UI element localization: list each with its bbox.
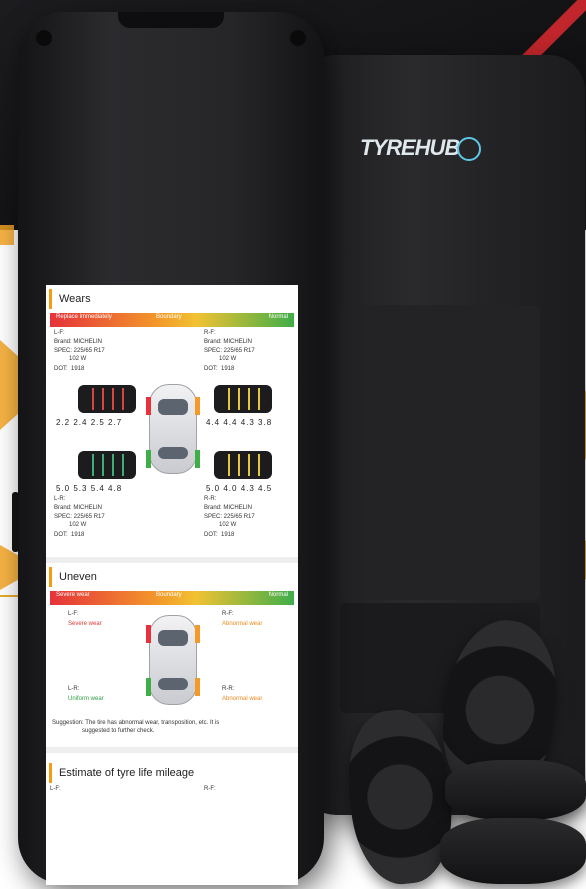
lr-position: L-R: <box>54 496 66 502</box>
lf-position: L-F: <box>54 330 65 336</box>
uneven-lf-position: L-F: <box>68 611 79 617</box>
uneven-rr-position: R-R: <box>222 686 235 692</box>
uneven-lr-position: L-R: <box>68 686 80 692</box>
lr-indicator <box>146 450 151 468</box>
wears-scale-mid: Boundary <box>156 314 182 320</box>
lf-depths: 2.2 2.4 2.5 2.7 <box>56 418 123 427</box>
uneven-scale-bad: Severe wear <box>56 592 90 598</box>
back-device-panel <box>340 305 540 600</box>
device-notch <box>118 12 224 28</box>
corner-hole-icon <box>290 30 306 46</box>
lf-brand: Brand: MICHELIN <box>54 339 103 345</box>
rf-position: R-F: <box>204 330 216 336</box>
wears-scale-bar: Replace immediately Boundary Normal <box>50 313 294 327</box>
rr-indicator <box>195 450 200 468</box>
lf-spec: SPEC: 225/65 R17 102 W <box>54 348 105 362</box>
divider <box>46 747 298 753</box>
uneven-rr-status: Abnormal wear <box>222 696 263 702</box>
rr-brand: Brand: MICHELIN <box>204 505 253 511</box>
uneven-lf-status: Severe wear <box>68 621 102 627</box>
rr-dot: DOT: 1918 <box>204 532 235 538</box>
uneven-scale-mid: Boundary <box>156 592 182 598</box>
uneven-scale-good: Normal <box>268 592 288 598</box>
uneven-lf-indicator <box>146 625 151 643</box>
rf-depths: 4.4 4.4 4.3 3.8 <box>206 418 273 427</box>
brand-logo: TYREHUB <box>360 135 482 162</box>
rf-brand: Brand: MICHELIN <box>204 339 253 345</box>
uneven-rf-indicator <box>195 625 200 643</box>
rf-indicator <box>195 397 200 415</box>
uneven-rf-position: R-F: <box>222 611 234 617</box>
red-corner-accent <box>520 0 586 60</box>
lf-indicator <box>146 397 151 415</box>
uneven-title: Uneven <box>49 567 298 587</box>
car-icon <box>149 615 197 705</box>
rf-spec: SPEC: 225/65 R17 102 W <box>204 348 255 362</box>
rr-depths: 5.0 4.0 4.3 4.5 <box>206 484 273 493</box>
car-icon <box>149 384 197 474</box>
rf-tire-icon <box>214 385 272 413</box>
lr-spec: SPEC: 225/65 R17 102 W <box>54 514 105 528</box>
lf-tire-icon <box>78 385 136 413</box>
uneven-rf-status: Abnormal wear <box>222 621 263 627</box>
wears-title: Wears <box>49 289 298 309</box>
mileage-lf: L-F: <box>50 786 61 792</box>
rr-tire-icon <box>214 451 272 479</box>
rr-position: R-R: <box>204 496 217 502</box>
lr-tire-icon <box>78 451 136 479</box>
lr-dot: DOT: 1918 <box>54 532 85 538</box>
logo-text: TYREHUB <box>360 135 460 160</box>
uneven-lr-indicator <box>146 678 151 696</box>
rf-dot: DOT: 1918 <box>204 366 235 372</box>
rr-spec: SPEC: 225/65 R17 102 W <box>204 514 255 528</box>
lf-dot: DOT: 1918 <box>54 366 85 372</box>
wears-scale-bad: Replace immediately <box>56 314 112 320</box>
uneven-rr-indicator <box>195 678 200 696</box>
lr-brand: Brand: MICHELIN <box>54 505 103 511</box>
yellow-accent-left <box>0 225 14 245</box>
corner-hole-icon <box>36 30 52 46</box>
uneven-suggestion: Suggestion: The tire has abnormal wear, … <box>52 720 220 734</box>
lr-depths: 5.0 5.3 5.4 4.8 <box>56 484 123 493</box>
mileage-title: Estimate of tyre life mileage <box>49 763 298 783</box>
mileage-rf: R-F: <box>204 786 216 792</box>
tyre-image-stack-1 <box>445 760 586 820</box>
wears-scale-good: Normal <box>268 314 288 320</box>
device-screen: Wears Replace immediately Boundary Norma… <box>46 285 298 885</box>
divider <box>46 557 298 563</box>
side-button[interactable] <box>12 492 19 552</box>
uneven-lr-status: Uniform wear <box>68 696 104 702</box>
logo-ring-icon <box>457 137 482 162</box>
tyre-image-stack-2 <box>440 818 586 884</box>
uneven-scale-bar: Severe wear Boundary Normal <box>50 591 294 605</box>
